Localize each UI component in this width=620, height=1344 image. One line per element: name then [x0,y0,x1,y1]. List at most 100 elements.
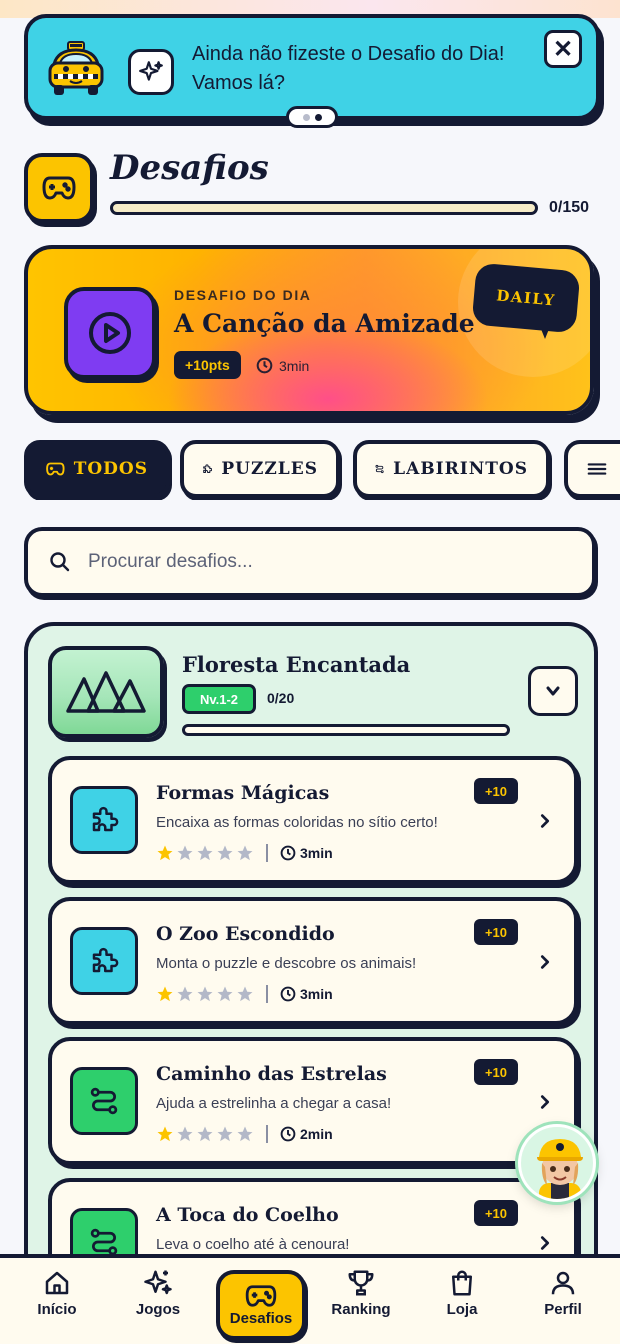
world-title: Floresta Encantada [182,652,411,677]
nav-label: Jogos [135,1301,181,1318]
collapse-button[interactable] [528,666,578,716]
points-badge: +10 [474,1200,518,1226]
nav-item-loja[interactable]: Loja [417,1268,507,1338]
star-icon [177,845,193,861]
star-icon [157,1126,173,1142]
chevron-right-icon[interactable] [536,1093,554,1111]
gamepad-icon [245,1284,277,1307]
taxi-icon [48,41,104,95]
challenge-title: Formas Mágicas [156,782,330,804]
trophy-icon [348,1270,374,1296]
star-icon [217,1126,233,1142]
challenge-duration-text: 2min [300,1126,333,1142]
filter-chip-label: TODOS [73,459,148,479]
forest-icon [48,646,164,738]
bottom-nav: Início Jogos Desafios Ranking Loja Perfi… [0,1254,620,1344]
home-icon [45,1271,69,1295]
chevron-right-icon[interactable] [536,1234,554,1252]
overall-progress-bar [110,201,538,215]
chevron-right-icon[interactable] [536,812,554,830]
close-icon: ✕ [552,35,574,63]
close-button[interactable]: ✕ [544,30,582,68]
world-section-floresta: Floresta Encantada Nv.1-2 0/20 Formas Má… [24,622,598,1344]
challenge-card[interactable]: Caminho das Estrelas Ajuda a estrelinha … [48,1037,578,1165]
star-rating: 2min [156,1125,333,1143]
sparkles-icon [128,49,174,95]
daily-title: A Canção da Amizade [174,309,475,338]
challenge-title: O Zoo Escondido [156,923,335,945]
nav-item-ranking[interactable]: Ranking [316,1268,406,1338]
star-rating: 3min [156,844,333,862]
banner-message: Ainda não fizeste o Desafio do Dia! Vamo… [192,43,505,94]
challenge-card[interactable]: O Zoo Escondido Monta o puzzle e descobr… [48,897,578,1025]
sparkles-icon [144,1270,172,1295]
play-icon[interactable] [64,287,156,379]
star-icon [197,845,213,861]
mascot-avatar-button[interactable] [518,1124,596,1202]
nav-item-desafios[interactable]: Desafios [216,1270,306,1340]
star-icon [217,845,233,861]
points-badge: +10 [474,919,518,945]
overall-progress-count: 0/150 [549,199,590,216]
daily-points-badge: +10pts [174,351,241,379]
filter-chip-puzzles[interactable]: PUZZLES [180,440,340,498]
points-badge: +10 [474,1059,518,1085]
user-icon [551,1271,575,1295]
daily-challenge-card[interactable]: DESAFIO DO DIA A Canção da Amizade +10pt… [24,245,594,415]
world-progress-count: 0/20 [267,690,295,706]
challenge-card[interactable]: Formas Mágicas Encaixa as formas colorid… [48,756,578,884]
filter-chip-labirintos[interactable]: LABIRINTOS [353,440,550,498]
puzzle-icon [70,927,138,995]
gamepad-icon [46,462,65,476]
puzzle-icon [203,464,213,473]
daily-tag: DAILY [471,262,581,334]
clock-icon [280,845,296,861]
star-icon [237,1126,253,1142]
carousel-dots[interactable] [286,106,338,128]
clock-icon [280,986,296,1002]
search-icon [50,552,70,572]
route-icon [375,464,384,474]
puzzle-icon [70,786,138,854]
challenge-duration-text: 3min [300,845,333,861]
search-input[interactable] [88,551,528,573]
challenge-description: Ajuda a estrelinha a chegar a casa! [156,1095,392,1112]
nav-label: Perfil [544,1301,582,1318]
divider [266,985,268,1003]
gamepad-icon [24,153,94,223]
star-icon [177,986,193,1002]
clock-icon [256,357,273,374]
challenge-description: Encaixa as formas coloridas no sítio cer… [156,814,438,831]
star-icon [237,986,253,1002]
nav-label: Início [37,1301,77,1318]
filter-chip-todos[interactable]: TODOS [24,440,170,498]
chevron-right-icon[interactable] [536,953,554,971]
filter-chip-label: LABIRINTOS [393,459,528,479]
star-icon [197,1126,213,1142]
nav-label: Loja [446,1301,478,1318]
carousel-dot[interactable] [302,113,310,121]
nav-item-inicio[interactable]: Início [12,1268,102,1338]
clock-icon [280,1126,296,1142]
challenge-title: A Toca do Coelho [156,1204,339,1226]
daily-kicker: DESAFIO DO DIA [174,287,312,303]
star-icon [237,845,253,861]
world-progress-bar [182,724,510,736]
filter-chips: TODOS PUZZLES LABIRINTOS [24,440,620,500]
nav-item-jogos[interactable]: Jogos [113,1268,203,1338]
daily-reminder-banner[interactable]: Ainda não fizeste o Desafio do Dia! Vamo… [24,14,600,128]
challenge-duration: 2min [280,1126,333,1142]
star-icon [197,986,213,1002]
filter-chip-label: PUZZLES [221,459,318,479]
star-icon [177,1126,193,1142]
divider [266,844,268,862]
sliders-icon [587,463,607,475]
filter-chip-more[interactable] [564,440,620,498]
divider [266,1125,268,1143]
level-badge: Nv.1-2 [182,684,256,714]
search-bar[interactable] [24,527,596,597]
star-icon [157,845,173,861]
carousel-dot-active[interactable] [314,113,322,121]
nav-label: Ranking [331,1301,391,1318]
nav-item-perfil[interactable]: Perfil [518,1268,608,1338]
